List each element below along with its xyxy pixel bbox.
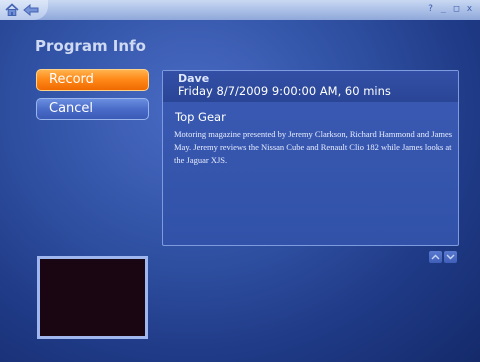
minimize-icon[interactable]: _ <box>439 3 448 15</box>
home-icon[interactable] <box>4 2 20 18</box>
video-preview[interactable] <box>37 256 148 339</box>
air-time: Friday 8/7/2009 9:00:00 AM, 60 mins <box>178 84 391 98</box>
cancel-button[interactable]: Cancel <box>36 98 149 120</box>
program-title: Top Gear <box>175 110 226 124</box>
program-description: Motoring magazine presented by Jeremy Cl… <box>174 129 453 165</box>
scroll-controls <box>429 251 457 263</box>
record-button[interactable]: Record <box>36 69 149 91</box>
close-icon[interactable]: x <box>465 3 474 15</box>
program-info-panel: Dave Friday 8/7/2009 9:00:00 AM, 60 mins… <box>162 70 459 246</box>
program-header: Dave Friday 8/7/2009 9:00:00 AM, 60 mins <box>163 71 458 102</box>
back-arrow-icon[interactable] <box>22 2 40 18</box>
help-icon[interactable]: ? <box>426 3 435 15</box>
page-title: Program Info <box>35 37 146 55</box>
scroll-up-icon[interactable] <box>429 251 442 263</box>
window-controls: ? _ □ x <box>426 3 474 15</box>
scroll-down-icon[interactable] <box>444 251 457 263</box>
title-bar: ? _ □ x <box>0 0 480 20</box>
channel-name: Dave <box>178 72 210 85</box>
restore-icon[interactable]: □ <box>452 3 461 15</box>
